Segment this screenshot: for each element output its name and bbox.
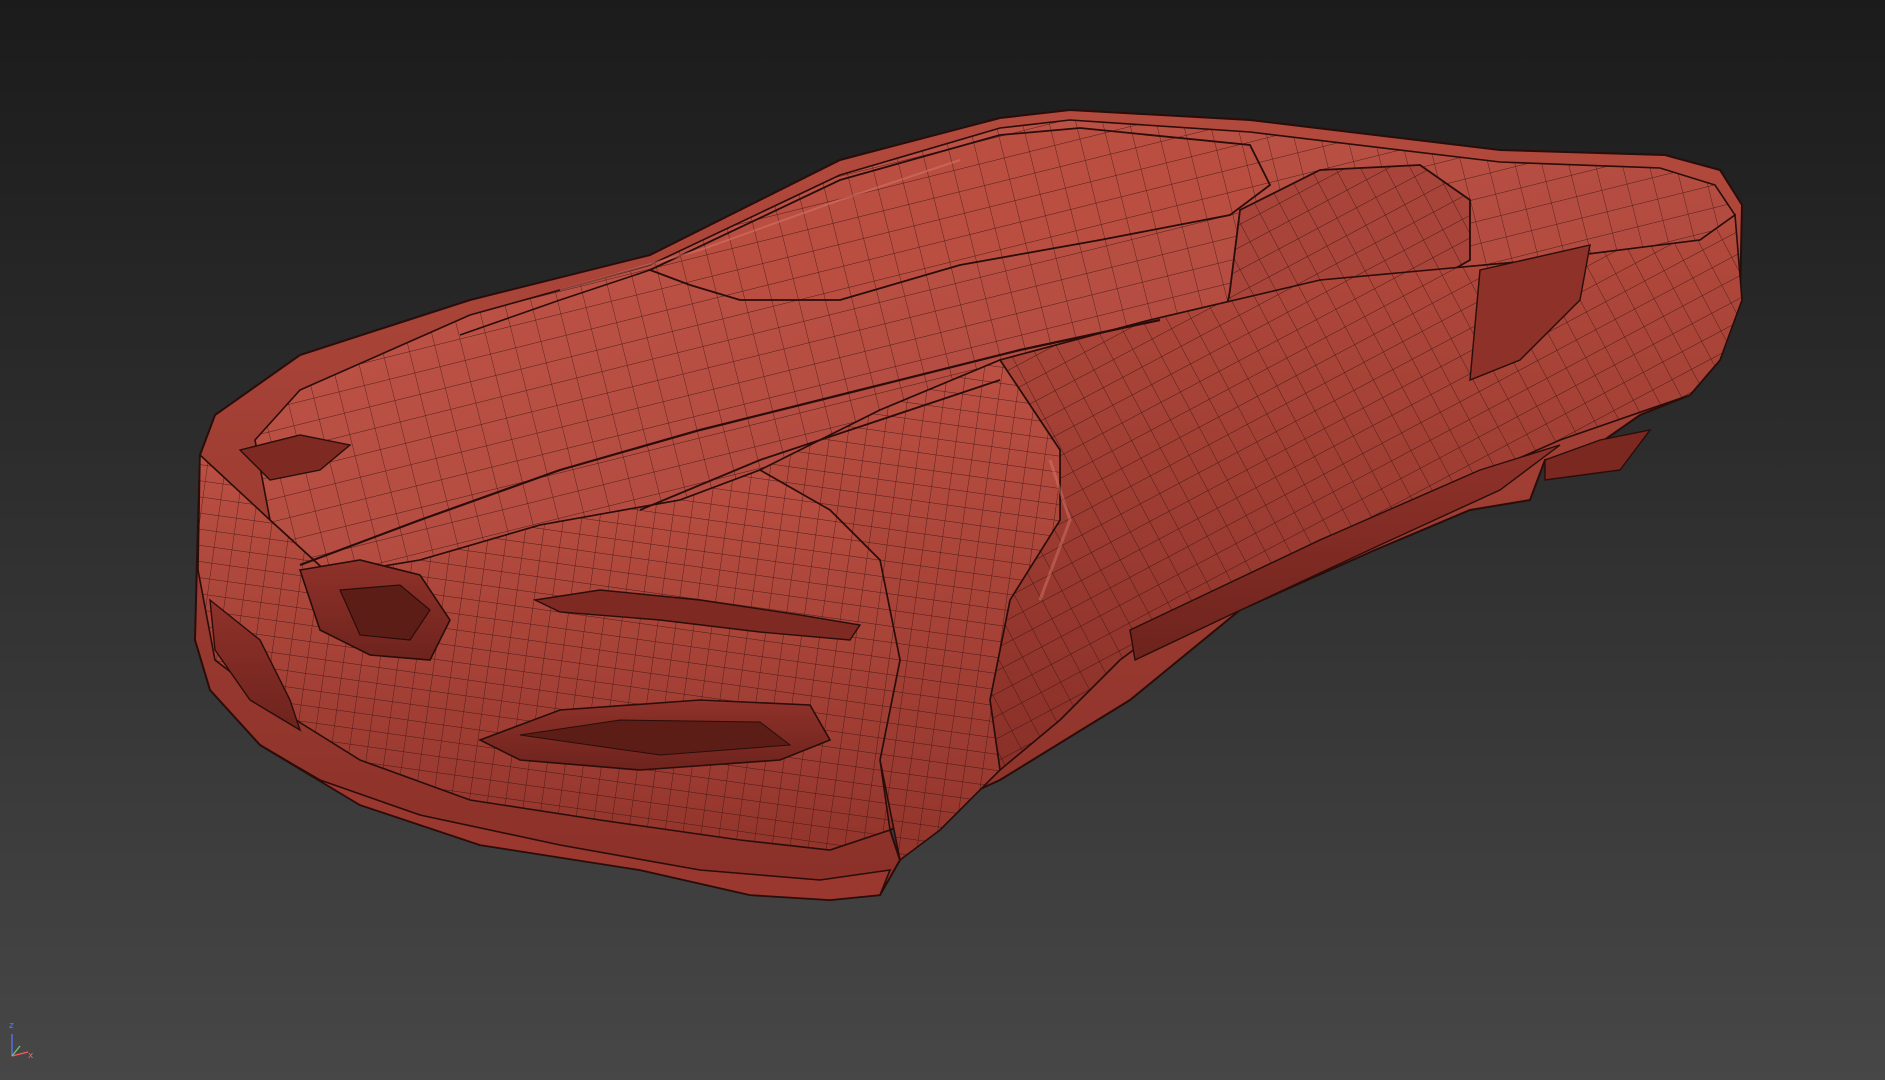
axis-gizmo: z x [4, 1022, 34, 1062]
viewport-scene[interactable] [0, 0, 1885, 1080]
3d-viewport[interactable]: z x [0, 0, 1885, 1080]
axis-z-label: z [9, 1021, 14, 1031]
axis-x-label: x [28, 1051, 34, 1061]
